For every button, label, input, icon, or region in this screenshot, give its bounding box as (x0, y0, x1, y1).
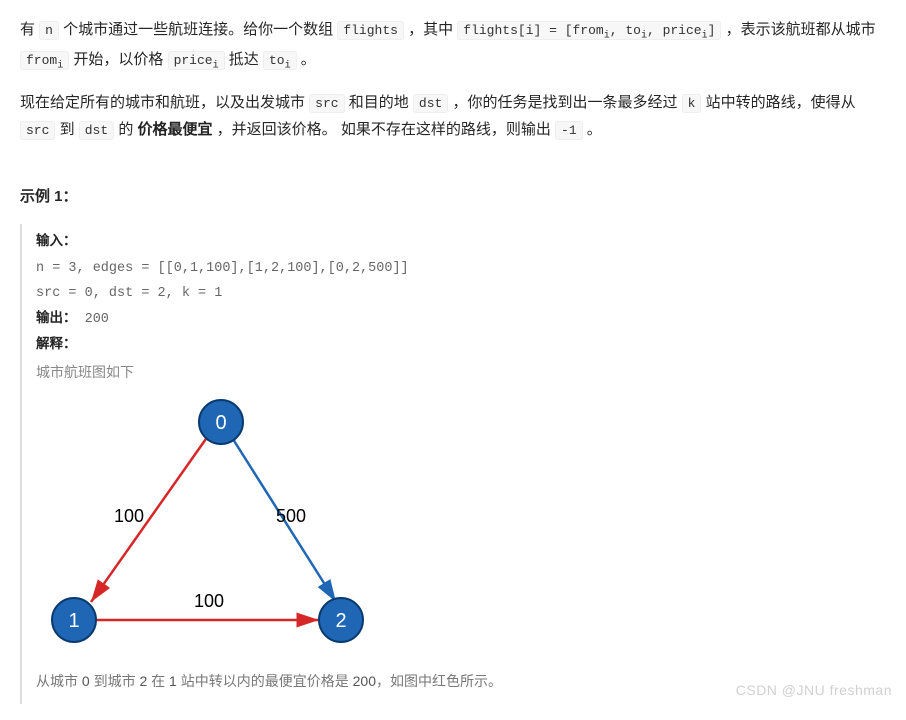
code-src: src (309, 94, 344, 113)
explain-label: 解释： (36, 338, 77, 353)
example-block: 输入： n = 3, edges = [[0,1,100],[1,2,100],… (20, 224, 886, 704)
code-price-i: pricei (168, 51, 225, 70)
paragraph-2: 现在给定所有的城市和航班，以及出发城市 src 和目的地 dst ，你的任务是找… (20, 89, 886, 143)
graph-diagram: 100 100 500 0 1 2 (36, 392, 886, 661)
code-k: k (682, 94, 702, 113)
code-dst: dst (413, 94, 448, 113)
input-label: 输入： (36, 235, 77, 250)
code-n: n (39, 21, 59, 40)
code-dst-2: dst (79, 121, 114, 140)
edge-label-01: 100 (114, 506, 144, 526)
input-line-1: n = 3, edges = [[0,1,100],[1,2,100],[0,2… (36, 261, 409, 276)
code-src-2: src (20, 121, 55, 140)
output-label: 输出： (36, 312, 77, 327)
code-flights-i: flights[i] = [fromi, toi, pricei] (457, 21, 721, 40)
bold-cheapest: 价格最便宜 (138, 121, 213, 138)
edge-0-1 (91, 436, 208, 602)
explain-text: 城市航班图如下 (36, 360, 886, 385)
code-flights: flights (337, 21, 404, 40)
edge-label-12: 100 (194, 591, 224, 611)
output-value: 200 (85, 312, 109, 327)
node-2-label: 2 (335, 610, 346, 632)
code-from-i: fromi (20, 51, 69, 70)
node-0-label: 0 (215, 412, 226, 434)
example-heading: 示例 1： (20, 183, 886, 210)
paragraph-1: 有 n 个城市通过一些航班连接。给你一个数组 flights ，其中 fligh… (20, 16, 886, 75)
input-line-2: src = 0, dst = 2, k = 1 (36, 286, 222, 301)
edge-label-02: 500 (276, 506, 306, 526)
code-neg1: -1 (555, 121, 583, 140)
code-to-i: toi (263, 51, 297, 70)
example-caption: 从城市 0 到城市 2 在 1 站中转以内的最便宜价格是 200，如图中红色所示… (36, 669, 886, 694)
node-1-label: 1 (68, 610, 79, 632)
